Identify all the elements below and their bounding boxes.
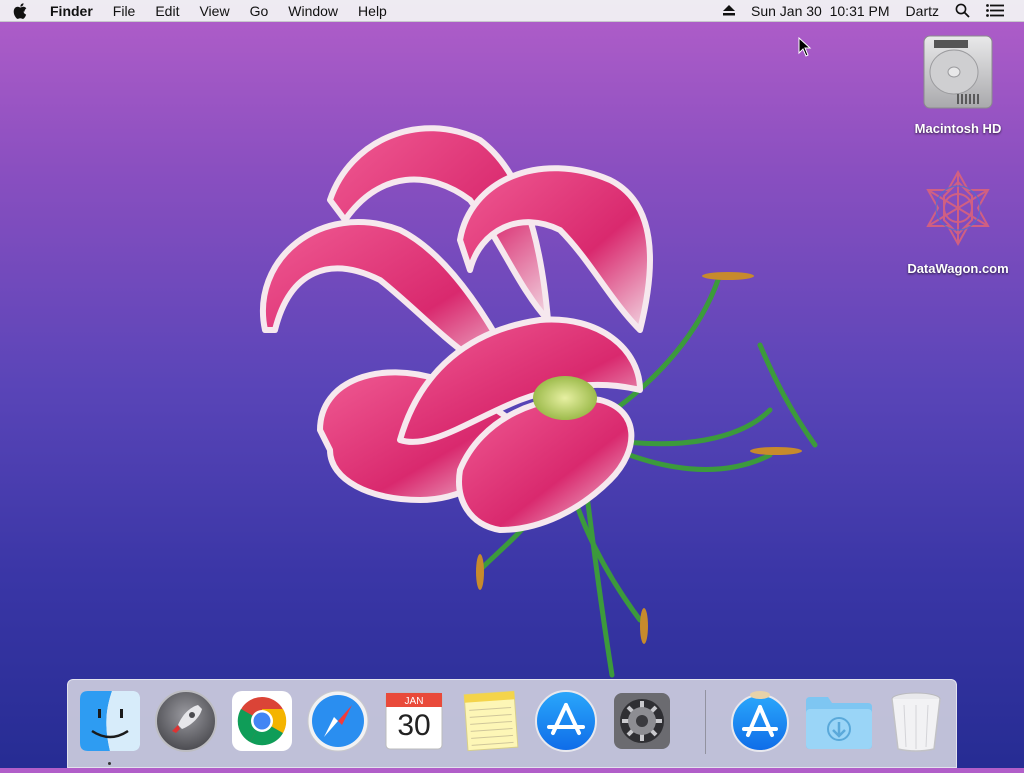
dock-item-finder[interactable]	[78, 689, 142, 753]
downloads-folder-icon	[806, 697, 872, 749]
desktop-icon-label: Macintosh HD	[914, 121, 1002, 136]
dock: JAN 30	[67, 679, 957, 768]
trash-icon	[891, 692, 941, 752]
menu-bar: Finder File Edit View Go Window Help Sun…	[0, 0, 1024, 22]
notification-center-icon[interactable]	[978, 4, 1012, 17]
safari-icon	[307, 690, 369, 752]
dock-separator	[705, 690, 706, 754]
app-store-icon	[535, 690, 597, 752]
eject-icon[interactable]	[715, 5, 743, 16]
menu-window[interactable]: Window	[278, 0, 348, 22]
dock-item-downloads[interactable]	[804, 689, 872, 753]
menu-edit[interactable]: Edit	[145, 0, 189, 22]
dock-item-trash[interactable]	[884, 689, 948, 753]
dock-item-notes[interactable]	[458, 689, 522, 753]
dock-item-app-store[interactable]	[534, 689, 598, 753]
dock-item-system-preferences[interactable]	[610, 689, 674, 753]
chrome-icon	[232, 691, 292, 751]
hard-drive-icon	[923, 35, 993, 109]
desktop-icon-datawagon[interactable]: DataWagon.com	[898, 168, 1018, 276]
apple-menu-icon[interactable]	[0, 2, 40, 19]
spotlight-search-icon[interactable]	[947, 3, 978, 18]
dock-item-calendar[interactable]: JAN 30	[382, 689, 446, 753]
desktop-wallpaper	[0, 22, 1024, 768]
dock-item-chrome[interactable]	[230, 689, 294, 753]
menu-go[interactable]: Go	[240, 0, 279, 22]
app-menu-finder[interactable]: Finder	[40, 0, 103, 22]
running-indicator	[108, 762, 111, 765]
finder-icon	[80, 691, 140, 751]
dock-item-app-store-installer[interactable]	[728, 689, 792, 753]
menu-file[interactable]: File	[103, 0, 146, 22]
lily-flower-image	[260, 125, 818, 678]
app-store-icon	[731, 691, 789, 752]
dock-item-safari[interactable]	[306, 689, 370, 753]
datawagon-logo-icon	[926, 169, 990, 247]
menu-view[interactable]: View	[189, 0, 239, 22]
desktop-icon-label: DataWagon.com	[907, 261, 1009, 276]
dock-item-launchpad[interactable]	[154, 689, 218, 753]
user-menu[interactable]: Dartz	[898, 0, 947, 22]
desktop-icon-macintosh-hd[interactable]: Macintosh HD	[898, 32, 1018, 136]
calendar-day: 30	[397, 709, 431, 742]
clock[interactable]: Sun Jan 30 10:31 PM	[743, 0, 898, 22]
calendar-month: JAN	[404, 696, 424, 707]
system-preferences-icon	[614, 693, 670, 749]
notes-icon	[463, 690, 519, 752]
launchpad-icon	[155, 690, 217, 752]
menu-help[interactable]: Help	[348, 0, 397, 22]
mouse-pointer-icon	[798, 36, 812, 62]
